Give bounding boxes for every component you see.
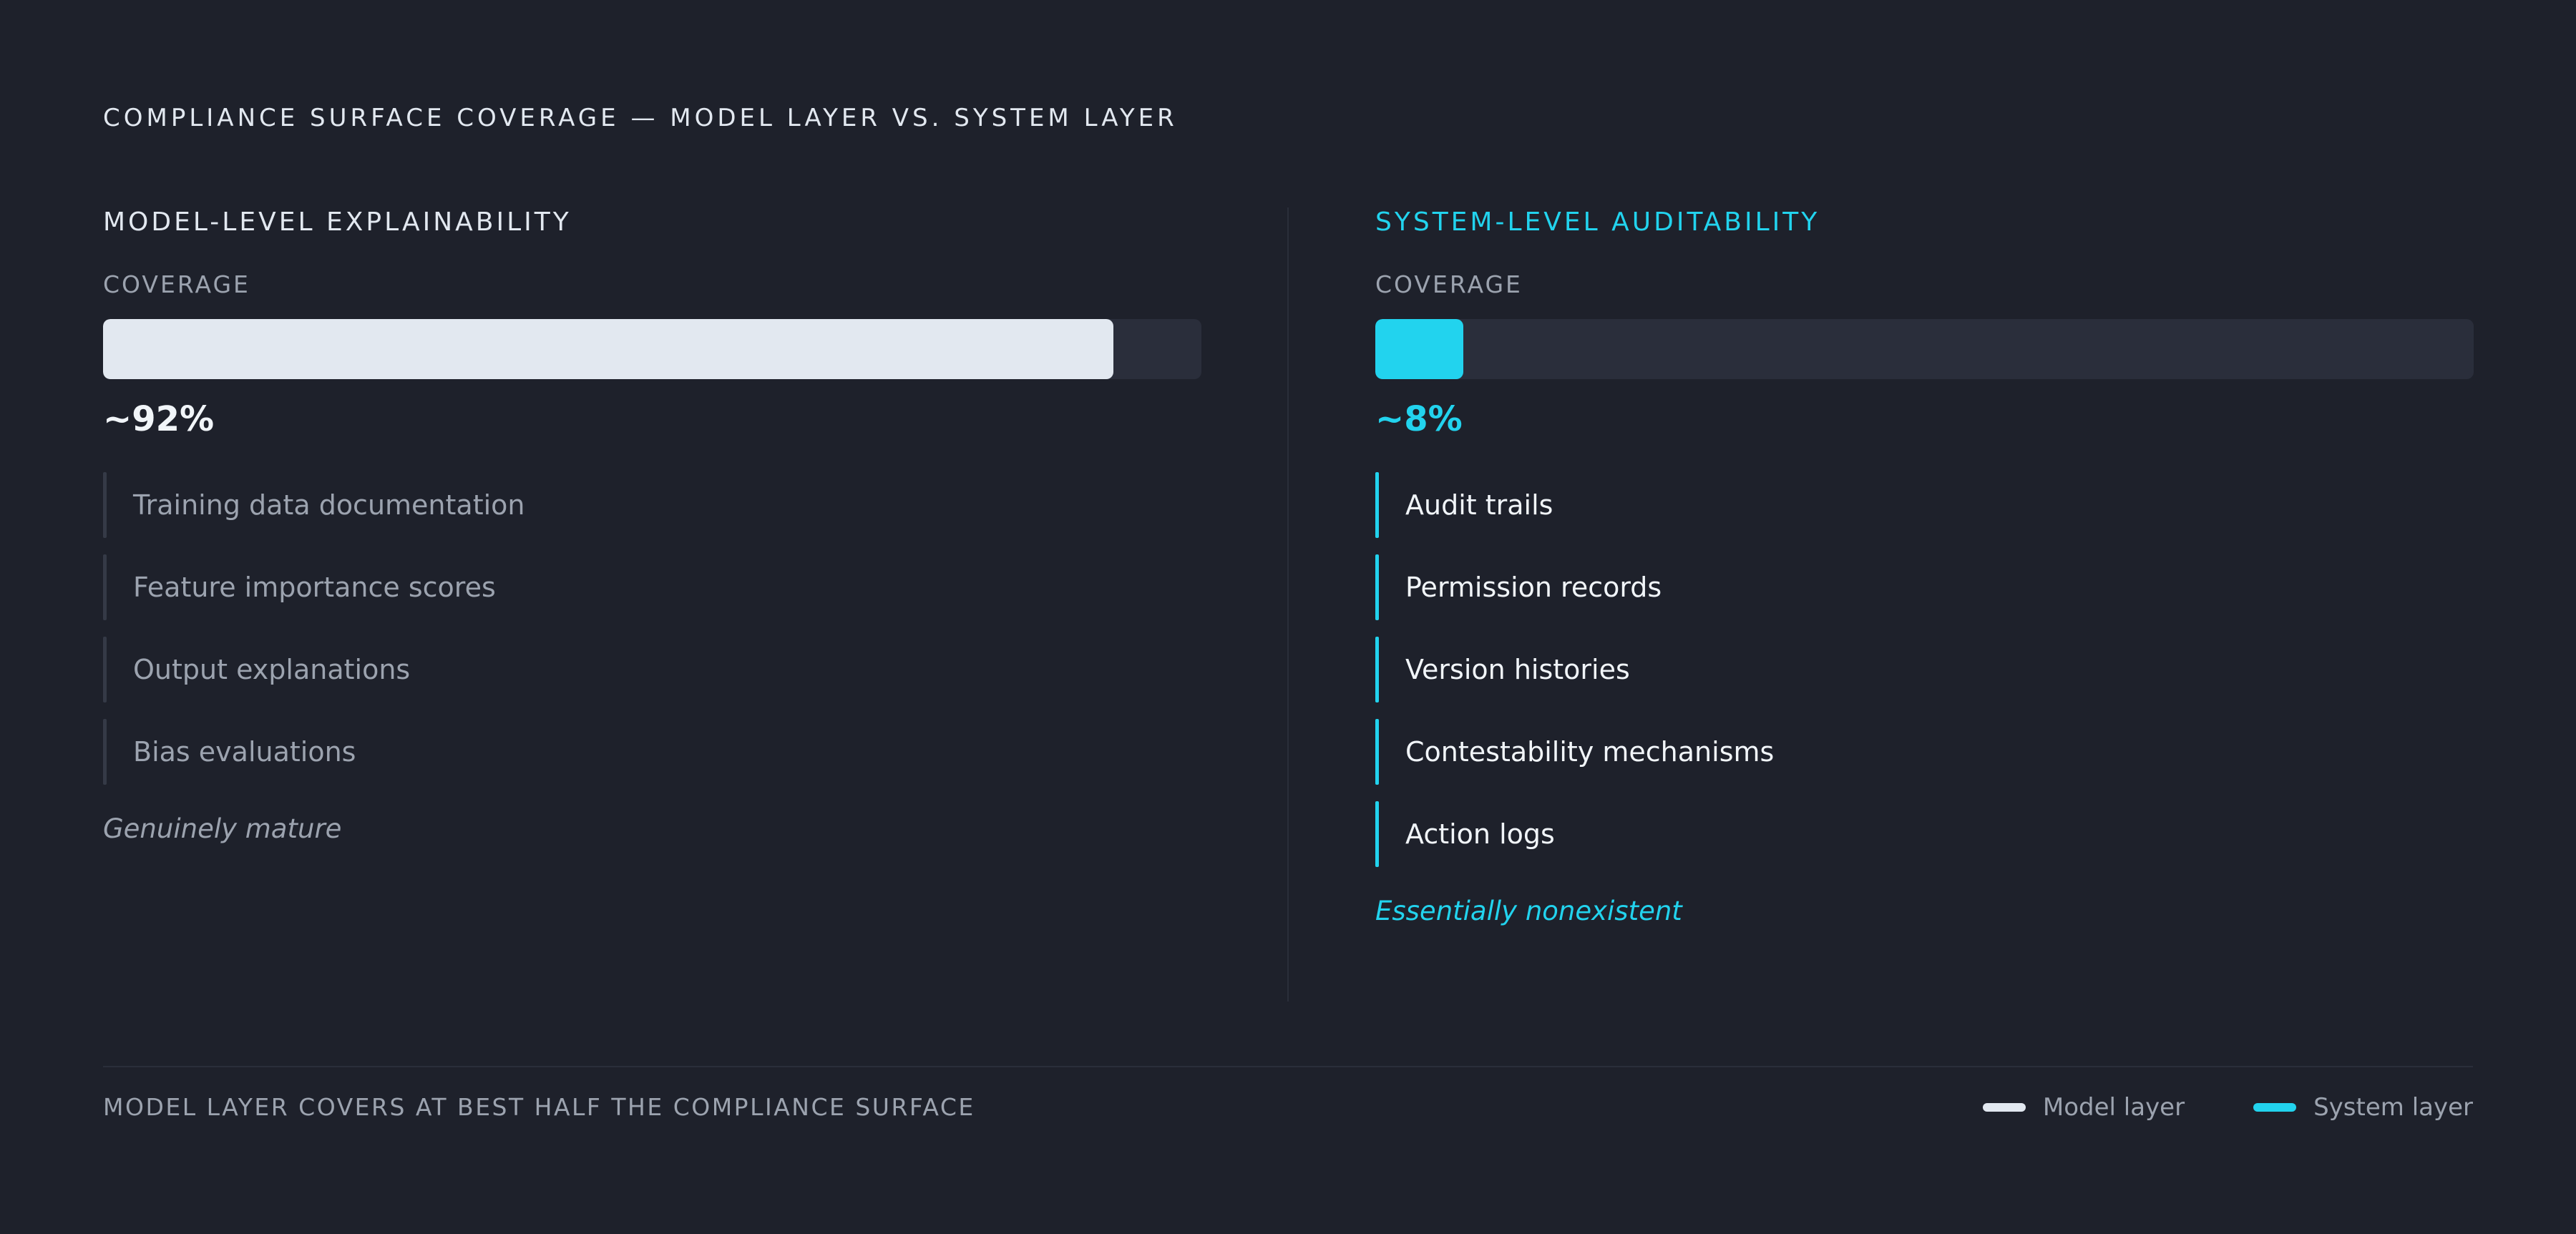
legend-label-model: Model layer xyxy=(2042,1093,2185,1122)
system-level-panel: SYSTEM-LEVEL AUDITABILITY COVERAGE ~8% A… xyxy=(1375,207,2474,931)
system-coverage-bar xyxy=(1375,319,2474,379)
list-item: Bias evaluations xyxy=(103,719,1201,785)
legend-item-system: System layer xyxy=(2253,1093,2473,1122)
legend-item-model: Model layer xyxy=(1982,1093,2185,1122)
system-panel-heading: SYSTEM-LEVEL AUDITABILITY xyxy=(1375,207,1820,237)
legend: Model layer System layer xyxy=(1982,1093,2473,1122)
list-item: Output explanations xyxy=(103,637,1201,702)
comparison-panels: MODEL-LEVEL EXPLAINABILITY COVERAGE ~92%… xyxy=(103,207,2474,1002)
model-coverage-fill xyxy=(103,319,1114,379)
footer: MODEL LAYER COVERS AT BEST HALF THE COMP… xyxy=(103,1066,2473,1122)
list-item: Action logs xyxy=(1375,801,2474,867)
list-item: Permission records xyxy=(1375,554,2474,620)
page: COMPLIANCE SURFACE COVERAGE — MODEL LAYE… xyxy=(0,0,2576,1234)
column-divider xyxy=(1287,207,1289,1002)
model-item-list: Training data documentation Feature impo… xyxy=(103,472,1201,785)
legend-label-system: System layer xyxy=(2313,1093,2473,1122)
system-verdict: Essentially nonexistent xyxy=(1375,896,1682,926)
model-coverage-label: COVERAGE xyxy=(103,270,250,298)
system-coverage-value: ~8% xyxy=(1375,399,1463,439)
system-coverage-fill xyxy=(1375,319,1463,379)
model-layer-swatch-icon xyxy=(1982,1103,2026,1112)
model-verdict: Genuinely mature xyxy=(103,813,342,844)
model-panel-heading: MODEL-LEVEL EXPLAINABILITY xyxy=(103,207,572,237)
model-level-panel: MODEL-LEVEL EXPLAINABILITY COVERAGE ~92%… xyxy=(103,207,1201,849)
list-item: Feature importance scores xyxy=(103,554,1201,620)
list-item: Audit trails xyxy=(1375,472,2474,538)
footer-note: MODEL LAYER COVERS AT BEST HALF THE COMP… xyxy=(103,1093,975,1121)
system-coverage-label: COVERAGE xyxy=(1375,270,1523,298)
list-item: Contestability mechanisms xyxy=(1375,719,2474,785)
system-layer-swatch-icon xyxy=(2253,1103,2297,1112)
list-item: Version histories xyxy=(1375,637,2474,702)
list-item: Training data documentation xyxy=(103,472,1201,538)
model-coverage-value: ~92% xyxy=(103,399,215,439)
model-coverage-bar xyxy=(103,319,1201,379)
system-item-list: Audit trails Permission records Version … xyxy=(1375,472,2474,867)
page-title: COMPLIANCE SURFACE COVERAGE — MODEL LAYE… xyxy=(103,104,1178,132)
